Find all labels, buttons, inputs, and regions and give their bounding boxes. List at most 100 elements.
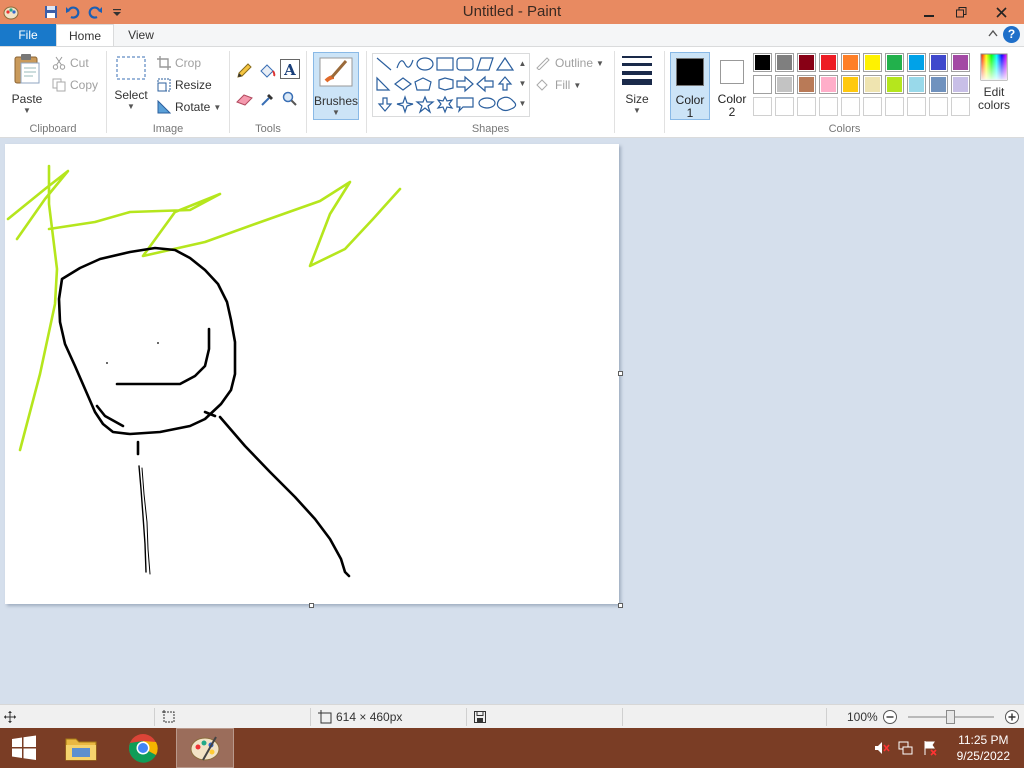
canvas-resize-handle-bottom[interactable] (309, 603, 314, 608)
shapes-group: ▲ ▼ ▼ Outline ▼ Fill ▼ Shapes (367, 47, 614, 138)
rotate-button[interactable]: Rotate ▼ (157, 97, 221, 117)
palette-swatch[interactable] (929, 53, 948, 72)
pencil-tool[interactable] (236, 61, 256, 81)
disk-icon (474, 711, 486, 723)
color1-button[interactable]: Color 1 (670, 52, 710, 120)
cut-button[interactable]: Cut (52, 53, 89, 73)
canvas-resize-handle-corner[interactable] (618, 603, 623, 608)
color1-number: 1 (686, 106, 694, 120)
paste-button[interactable]: Paste ▼ (8, 53, 46, 115)
status-separator (154, 708, 155, 726)
tab-home[interactable]: Home (56, 24, 114, 47)
palette-swatch[interactable] (819, 53, 838, 72)
palette-swatch[interactable] (907, 97, 926, 116)
edit-colors-label-2: colors (977, 98, 1010, 112)
brushes-button[interactable]: Brushes ▼ (313, 52, 359, 120)
size-button[interactable]: Size ▼ (618, 53, 656, 115)
status-separator (310, 708, 311, 726)
palette-swatch[interactable] (929, 75, 948, 94)
palette-swatch[interactable] (775, 97, 794, 116)
system-clock[interactable]: 11:25 PM 9/25/2022 (957, 732, 1010, 764)
copy-button[interactable]: Copy (52, 75, 98, 95)
move-cursor-icon (4, 711, 16, 723)
outline-button[interactable]: Outline ▼ (535, 53, 604, 73)
volume-muted-icon[interactable] (872, 728, 892, 768)
outline-pen-icon (536, 57, 550, 70)
eraser-icon (236, 94, 253, 106)
help-icon[interactable]: ? (1003, 26, 1020, 43)
palette-swatch[interactable] (753, 53, 772, 72)
palette-swatch[interactable] (841, 97, 860, 116)
zoom-slider[interactable] (908, 710, 994, 724)
chrome-button[interactable] (119, 728, 167, 768)
shapes-scroll[interactable]: ▲ ▼ ▼ (516, 54, 529, 116)
palette-swatch[interactable] (951, 53, 970, 72)
palette-swatch[interactable] (951, 75, 970, 94)
select-button[interactable]: Select ▼ (113, 55, 149, 111)
palette-swatch[interactable] (951, 97, 970, 116)
zoom-slider-thumb[interactable] (945, 710, 955, 724)
close-button[interactable] (978, 0, 1024, 24)
palette-swatch[interactable] (863, 53, 882, 72)
color-picker-tool[interactable] (260, 89, 280, 109)
palette-swatch[interactable] (797, 75, 816, 94)
cursor-position (4, 705, 16, 729)
zoom-level: 100% (847, 710, 878, 724)
title-bar: Untitled - Paint (0, 0, 1024, 24)
palette-swatch[interactable] (775, 75, 794, 94)
restore-button[interactable] (945, 0, 978, 24)
tab-file[interactable]: File (0, 24, 56, 46)
fill-tool[interactable] (258, 61, 280, 81)
color2-swatch (720, 60, 744, 84)
folder-icon (65, 738, 97, 761)
collapse-ribbon-icon[interactable] (988, 26, 998, 40)
palette-swatch[interactable] (885, 53, 904, 72)
group-separator (614, 51, 615, 133)
palette-swatch[interactable] (907, 53, 926, 72)
palette-swatch[interactable] (841, 53, 860, 72)
edit-colors-button[interactable]: Edit colors (974, 53, 1014, 112)
palette-swatch[interactable] (907, 75, 926, 94)
paint-taskbar-button[interactable] (176, 728, 234, 768)
shapes-palette-icon[interactable] (373, 54, 531, 118)
palette-swatch[interactable] (885, 75, 904, 94)
rotate-icon (157, 100, 171, 114)
magnifier-tool[interactable] (282, 89, 302, 109)
palette-swatch[interactable] (819, 97, 838, 116)
start-button[interactable] (0, 728, 48, 768)
palette-swatch[interactable] (797, 97, 816, 116)
canvas-resize-handle-right[interactable] (618, 371, 623, 376)
drawing-canvas[interactable] (5, 144, 619, 604)
crop-label: Crop (175, 56, 202, 70)
zoom-in-button[interactable] (1004, 705, 1020, 729)
palette-swatch[interactable] (863, 75, 882, 94)
resize-button[interactable]: Resize (157, 75, 212, 95)
scroll-down-icon[interactable]: ▼ (516, 74, 529, 94)
crop-button[interactable]: Crop (157, 53, 201, 73)
eraser-tool[interactable] (236, 89, 258, 109)
line-size-icon (622, 56, 652, 85)
zoom-out-button[interactable] (882, 705, 898, 729)
palette-swatch[interactable] (885, 97, 904, 116)
network-icon[interactable] (896, 728, 916, 768)
copy-icon (52, 78, 66, 92)
tab-view[interactable]: View (118, 24, 164, 46)
minimize-button[interactable] (912, 0, 945, 24)
palette-swatch[interactable] (775, 53, 794, 72)
text-tool[interactable]: A (280, 59, 304, 79)
canvas-size-text: 614 × 460px (336, 710, 403, 724)
file-explorer-button[interactable] (57, 728, 105, 768)
action-center-icon[interactable] (920, 728, 940, 768)
color2-button[interactable]: Color 2 (712, 52, 752, 120)
palette-swatch[interactable] (929, 97, 948, 116)
palette-swatch[interactable] (797, 53, 816, 72)
palette-swatch[interactable] (753, 75, 772, 94)
expand-gallery-icon[interactable]: ▼ (516, 94, 529, 114)
palette-swatch[interactable] (753, 97, 772, 116)
scroll-up-icon[interactable]: ▲ (516, 54, 529, 74)
palette-swatch[interactable] (863, 97, 882, 116)
paint-bucket-icon (260, 64, 276, 78)
fill-button[interactable]: Fill ▼ (535, 75, 581, 95)
palette-swatch[interactable] (819, 75, 838, 94)
palette-swatch[interactable] (841, 75, 860, 94)
